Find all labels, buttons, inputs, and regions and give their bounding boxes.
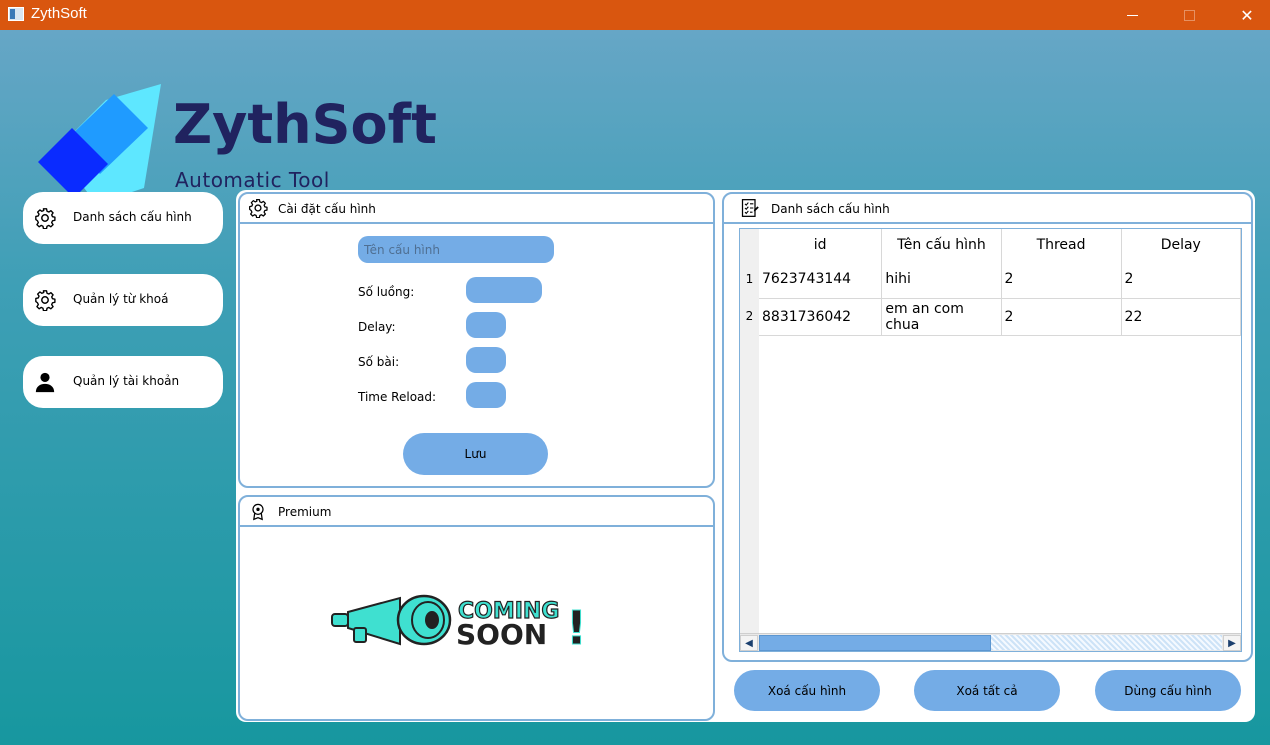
time-reload-input[interactable] — [466, 382, 506, 408]
cell-delay[interactable]: 22 — [1121, 298, 1241, 336]
save-button[interactable]: Lưu — [403, 433, 548, 475]
gear-icon — [35, 208, 56, 229]
column-header-delay[interactable]: Delay — [1121, 229, 1241, 261]
checklist-icon — [741, 199, 759, 217]
scroll-right-icon[interactable]: ▶ — [1223, 635, 1241, 651]
time-reload-label: Time Reload: — [358, 390, 437, 404]
soon-text: SOON — [456, 618, 547, 651]
config-name-input[interactable] — [358, 236, 554, 263]
premium-title: Premium — [278, 505, 332, 519]
nav-label: Quản lý tài khoản — [73, 374, 180, 388]
title-bar: ZythSoft ✕ — [0, 0, 1270, 30]
cell-delay[interactable]: 2 — [1121, 261, 1241, 299]
nav-label: Quản lý từ khoá — [73, 292, 169, 306]
logo-icon — [38, 84, 161, 204]
award-icon — [252, 503, 264, 521]
config-header: Cài đặt cấu hình — [240, 194, 713, 224]
gear-icon — [35, 290, 56, 311]
delete-config-label: Xoá cấu hình — [767, 683, 847, 698]
config-list-header: Danh sách cấu hình — [724, 194, 1251, 224]
maximize-button[interactable] — [1162, 0, 1216, 30]
cell-name[interactable]: em an com chua — [881, 298, 1002, 336]
brand-name: ZythSoft — [173, 93, 437, 156]
column-header-id[interactable]: id — [759, 229, 883, 261]
premium-group: Premium COMING SOON ! — [238, 495, 715, 721]
use-config-button[interactable]: Dùng cấu hình — [1095, 670, 1241, 711]
posts-input[interactable] — [466, 347, 506, 373]
premium-header: Premium — [240, 497, 713, 527]
row-header-column — [740, 229, 759, 651]
main-panel: Cài đặt cấu hình Số luồng: Delay: Số bài… — [236, 190, 1255, 722]
delete-all-button[interactable]: Xoá tất cả — [914, 670, 1060, 711]
gear-icon — [249, 199, 268, 218]
user-icon — [35, 372, 55, 393]
config-list-title: Danh sách cấu hình — [771, 202, 890, 216]
cell-thread[interactable]: 2 — [1001, 261, 1122, 299]
column-header-thread[interactable]: Thread — [1001, 229, 1122, 261]
cell-id[interactable]: 7623743144 — [759, 261, 883, 299]
cell-thread[interactable]: 2 — [1001, 298, 1122, 336]
config-list-group: Danh sách cấu hình 1 2 id Tên cấu hình T… — [722, 192, 1253, 662]
coming-soon-graphic: COMING SOON ! — [331, 594, 587, 652]
save-label: Lưu — [464, 447, 487, 461]
minimize-icon — [1126, 14, 1138, 16]
close-icon: ✕ — [1240, 5, 1254, 25]
row-number: 2 — [745, 309, 754, 323]
close-button[interactable]: ✕ — [1220, 0, 1270, 30]
scroll-left-icon[interactable]: ◀ — [740, 635, 758, 651]
use-config-label: Dùng cấu hình — [1124, 683, 1212, 698]
nav-label: Danh sách cấu hình — [73, 210, 192, 224]
config-group: Cài đặt cấu hình Số luồng: Delay: Số bài… — [238, 192, 715, 488]
app-icon — [8, 7, 24, 21]
table-row[interactable]: 8831736042 em an com chua 2 22 — [759, 298, 1241, 336]
threads-input[interactable] — [466, 277, 542, 303]
column-header-name[interactable]: Tên cấu hình — [881, 229, 1002, 261]
nav-config-list[interactable]: Danh sách cấu hình — [23, 192, 223, 244]
config-table: 1 2 id Tên cấu hình Thread Delay 7623743… — [739, 228, 1242, 652]
delete-config-button[interactable]: Xoá cấu hình — [734, 670, 880, 711]
delay-label: Delay: — [358, 320, 396, 334]
megaphone-icon — [331, 594, 452, 646]
window-title: ZythSoft — [31, 5, 87, 22]
exclamation-mark: ! — [566, 601, 587, 652]
horizontal-scrollbar[interactable]: ◀ ▶ — [740, 633, 1241, 651]
delay-input[interactable] — [466, 312, 506, 338]
table-row[interactable]: 7623743144 hihi 2 2 — [759, 261, 1241, 299]
nav-keyword-manager[interactable]: Quản lý từ khoá — [23, 274, 223, 326]
maximize-icon — [1183, 9, 1195, 21]
client-area: ZythSoft Automatic Tool Danh sách cấu hì… — [0, 30, 1270, 745]
config-title: Cài đặt cấu hình — [278, 202, 376, 216]
posts-label: Số bài: — [358, 355, 400, 369]
scroll-thumb[interactable] — [759, 635, 991, 651]
minimize-button[interactable] — [1105, 0, 1159, 30]
threads-label: Số luồng: — [358, 285, 415, 299]
row-number: 1 — [745, 272, 754, 286]
cell-name[interactable]: hihi — [881, 261, 1002, 299]
nav-account-manager[interactable]: Quản lý tài khoản — [23, 356, 223, 408]
brand-tagline: Automatic Tool — [175, 168, 330, 192]
cell-id[interactable]: 8831736042 — [759, 298, 883, 336]
delete-all-label: Xoá tất cả — [956, 683, 1018, 698]
